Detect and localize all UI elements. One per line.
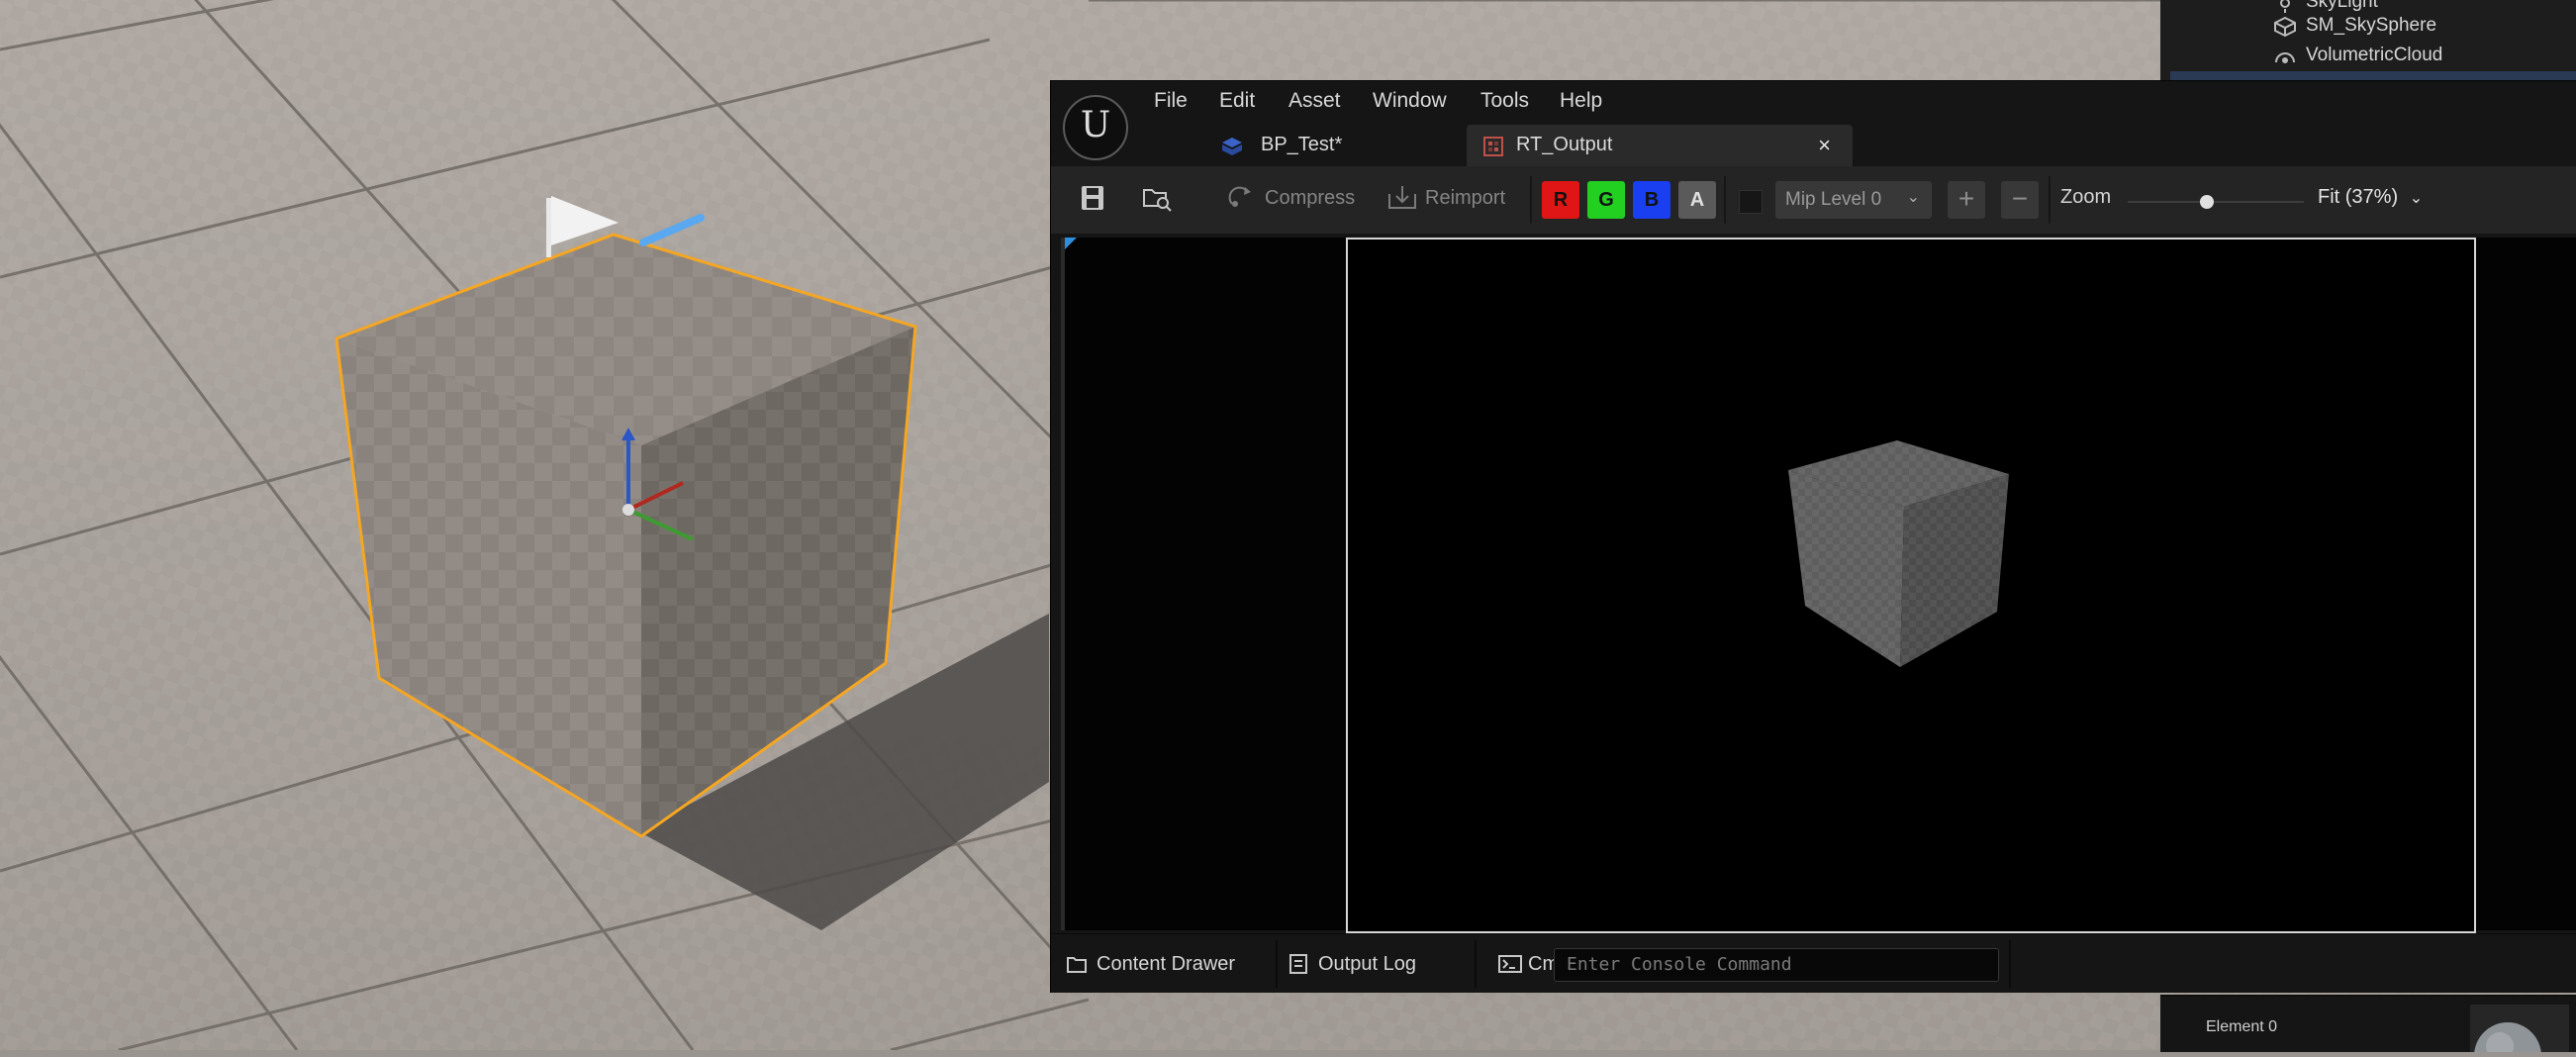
zoom-label: Zoom <box>2060 186 2112 208</box>
channel-g-toggle[interactable]: G <box>1587 181 1625 219</box>
outliner-row-label: VolumetricCloud <box>2306 45 2443 65</box>
save-icon <box>1082 186 1103 210</box>
tab-label: BP_Test* <box>1261 134 1343 155</box>
blueprint-icon <box>1221 136 1243 157</box>
zoom-slider-handle[interactable] <box>2200 195 2215 209</box>
toolbar-separator <box>1724 176 1726 224</box>
browse-button[interactable] <box>1142 180 1176 218</box>
volumetric-cloud-icon <box>2274 47 2296 66</box>
menu-bar: File Edit Asset Window Tools Help <box>1051 81 2576 125</box>
render-target-preview <box>1346 238 2476 933</box>
tab-rt-output[interactable]: RT_Output × <box>1467 125 1853 166</box>
mip-increase-button[interactable]: + <box>1948 181 1985 219</box>
menu-edit[interactable]: Edit <box>1219 89 1255 113</box>
zoom-fit-value: Fit (37%) <box>2318 186 2399 208</box>
compress-button[interactable]: Compress <box>1227 180 1366 218</box>
mip-decrease-button[interactable]: − <box>2001 181 2039 219</box>
output-log-icon <box>1289 954 1307 974</box>
statusbar-separator <box>1475 940 1477 988</box>
mip-level-checkbox[interactable] <box>1739 190 1763 214</box>
zoom-slider[interactable] <box>2128 201 2304 203</box>
statusbar-separator <box>2009 940 2011 988</box>
outliner-row-volumetric-cloud[interactable]: VolumetricCloud <box>2160 42 2576 71</box>
chevron-down-icon: ⌄ <box>2409 190 2424 207</box>
output-log-label: Output Log <box>1318 953 1416 975</box>
compress-label: Compress <box>1265 187 1356 209</box>
reimport-label: Reimport <box>1425 187 1506 209</box>
unreal-logo-icon[interactable]: U <box>1063 95 1128 160</box>
render-target-icon <box>1482 136 1504 157</box>
mip-level-value: Mip Level 0 <box>1785 189 1882 210</box>
logo-glyph: U <box>1080 105 1111 145</box>
menu-window[interactable]: Window <box>1373 89 1447 113</box>
outliner-row-label: SM_SkySphere <box>2306 15 2437 36</box>
toolbar-separator <box>2049 176 2051 224</box>
reimport-button[interactable]: Reimport <box>1387 180 1516 218</box>
texture-editor-window: File Edit Asset Window Tools Help U BP_T… <box>1050 80 2576 993</box>
content-drawer-button[interactable]: Content Drawer <box>1067 946 1265 982</box>
zoom-fit-dropdown[interactable]: Fit (37%) ⌄ <box>2318 186 2423 209</box>
content-drawer-icon <box>1067 957 1087 973</box>
viewport-corner-marker <box>1065 238 1077 249</box>
toolbar-separator <box>1530 176 1532 224</box>
menu-file[interactable]: File <box>1154 89 1188 113</box>
static-mesh-icon <box>2272 16 2298 38</box>
menu-help[interactable]: Help <box>1560 89 1602 113</box>
browse-folder-icon <box>1143 189 1172 212</box>
compress-icon <box>1228 186 1251 207</box>
outliner-row-sm-skysphere[interactable]: SM_SkySphere <box>2160 12 2576 42</box>
statusbar-separator <box>1276 940 1278 988</box>
tab-label: RT_Output <box>1516 134 1613 155</box>
channel-a-toggle[interactable]: A <box>1678 181 1716 219</box>
console-command-input[interactable] <box>1555 949 1992 979</box>
channel-r-toggle[interactable]: R <box>1542 181 1579 219</box>
menu-tools[interactable]: Tools <box>1480 89 1529 113</box>
output-log-button[interactable]: Output Log <box>1288 946 1465 982</box>
editor-toolbar: Compress Reimport R G B A Mip Level 0 ⌄ … <box>1051 166 2576 234</box>
reimport-icon <box>1388 186 1416 209</box>
texture-preview-area[interactable] <box>1061 238 2576 933</box>
close-icon[interactable]: × <box>1818 133 1831 158</box>
content-drawer-label: Content Drawer <box>1097 953 1236 975</box>
world-outliner: SkyLight SM_SkySphere VolumetricCloud <box>2160 0 2576 83</box>
menu-asset[interactable]: Asset <box>1288 89 1341 113</box>
console-command-field[interactable] <box>1554 948 1999 982</box>
chevron-down-icon: ⌄ <box>1906 189 1920 206</box>
mip-level-dropdown[interactable]: Mip Level 0 ⌄ <box>1775 181 1932 219</box>
save-button[interactable] <box>1079 180 1108 218</box>
render-target-image <box>1788 440 2009 667</box>
terminal-icon <box>1498 955 1522 973</box>
details-panel: Element 0 <box>2160 995 2576 1057</box>
element-label: Element 0 <box>2206 1018 2278 1035</box>
status-bar: Content Drawer Output Log Cmd ⌄ <box>1051 933 2576 993</box>
channel-b-toggle[interactable]: B <box>1633 181 1670 219</box>
material-thumbnail[interactable] <box>2470 1005 2569 1057</box>
